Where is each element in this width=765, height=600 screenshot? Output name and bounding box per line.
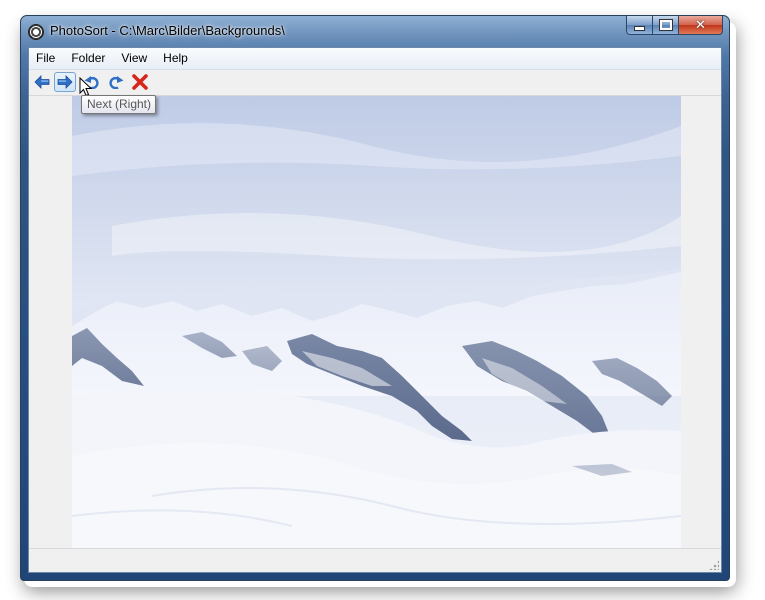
- app-window: PhotoSort - C:\Marc\Bilder\Backgrounds\ …: [20, 15, 730, 581]
- client-area: File Folder View Help Next (Right): [28, 47, 722, 573]
- toolbar: [29, 70, 721, 96]
- photo-viewer: [72, 96, 681, 549]
- resize-grip-icon[interactable]: [709, 560, 719, 570]
- minimize-icon: [634, 25, 645, 31]
- menu-view[interactable]: View: [113, 48, 155, 69]
- next-button[interactable]: [54, 72, 76, 92]
- caption-buttons: ✕: [626, 16, 723, 36]
- maximize-icon: [658, 19, 673, 31]
- mouse-cursor-icon: [79, 77, 92, 97]
- redo-icon: [109, 76, 124, 89]
- menu-folder[interactable]: Folder: [63, 48, 113, 69]
- mountain-photo: [72, 96, 681, 549]
- delete-button[interactable]: [129, 72, 151, 92]
- status-bar: [29, 548, 721, 572]
- app-aperture-icon[interactable]: [28, 24, 44, 40]
- redo-button[interactable]: [105, 72, 127, 92]
- window-title: PhotoSort - C:\Marc\Bilder\Backgrounds\: [50, 23, 285, 38]
- close-button[interactable]: ✕: [679, 16, 723, 35]
- menu-help[interactable]: Help: [155, 48, 196, 69]
- close-icon: ✕: [695, 17, 706, 33]
- delete-x-icon: [132, 74, 148, 90]
- arrow-right-icon: [57, 75, 73, 89]
- tooltip: Next (Right): [81, 95, 157, 114]
- title-bar[interactable]: PhotoSort - C:\Marc\Bilder\Backgrounds\ …: [21, 16, 729, 48]
- arrow-left-icon: [34, 75, 50, 89]
- menu-file[interactable]: File: [29, 48, 63, 69]
- maximize-button[interactable]: [653, 16, 679, 35]
- previous-button[interactable]: [31, 72, 53, 92]
- menu-bar: File Folder View Help: [29, 48, 721, 70]
- minimize-button[interactable]: [626, 16, 653, 35]
